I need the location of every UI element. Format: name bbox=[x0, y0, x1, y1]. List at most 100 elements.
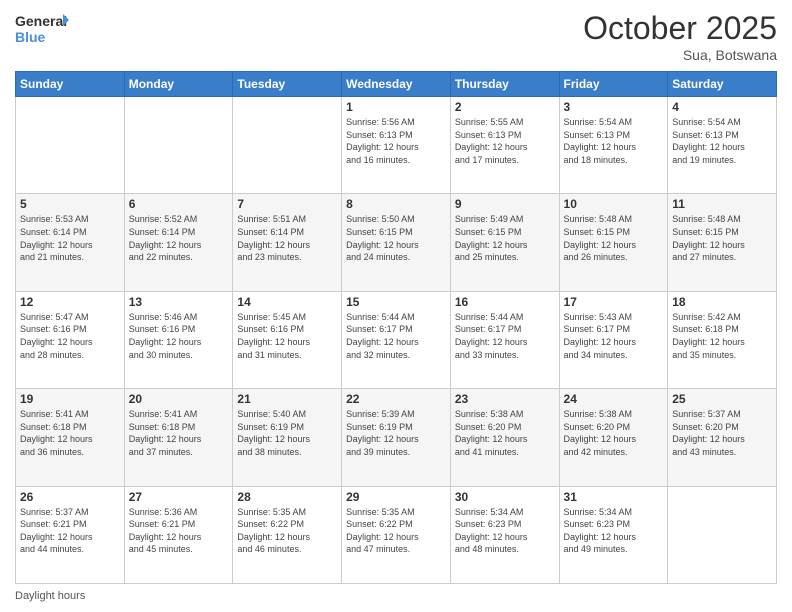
day-number: 29 bbox=[346, 490, 446, 504]
calendar-cell: 31 Sunrise: 5:34 AM Sunset: 6:23 PM Dayli… bbox=[559, 486, 668, 583]
day-info: Sunrise: 5:39 AM Sunset: 6:19 PM Dayligh… bbox=[346, 408, 446, 458]
calendar-cell: 12 Sunrise: 5:47 AM Sunset: 6:16 PM Dayli… bbox=[16, 291, 125, 388]
calendar-cell: 21 Sunrise: 5:40 AM Sunset: 6:19 PM Dayli… bbox=[233, 389, 342, 486]
col-sunday: Sunday bbox=[16, 72, 125, 97]
calendar-cell bbox=[668, 486, 777, 583]
day-number: 17 bbox=[564, 295, 664, 309]
col-wednesday: Wednesday bbox=[342, 72, 451, 97]
svg-text:Blue: Blue bbox=[15, 29, 46, 45]
day-info: Sunrise: 5:40 AM Sunset: 6:19 PM Dayligh… bbox=[237, 408, 337, 458]
day-number: 27 bbox=[129, 490, 229, 504]
calendar-cell: 15 Sunrise: 5:44 AM Sunset: 6:17 PM Dayli… bbox=[342, 291, 451, 388]
calendar-cell: 4 Sunrise: 5:54 AM Sunset: 6:13 PM Daylig… bbox=[668, 97, 777, 194]
day-info: Sunrise: 5:50 AM Sunset: 6:15 PM Dayligh… bbox=[346, 213, 446, 263]
day-info: Sunrise: 5:43 AM Sunset: 6:17 PM Dayligh… bbox=[564, 311, 664, 361]
day-info: Sunrise: 5:44 AM Sunset: 6:17 PM Dayligh… bbox=[346, 311, 446, 361]
day-number: 21 bbox=[237, 392, 337, 406]
calendar-cell: 28 Sunrise: 5:35 AM Sunset: 6:22 PM Dayli… bbox=[233, 486, 342, 583]
calendar-cell bbox=[16, 97, 125, 194]
calendar-cell: 20 Sunrise: 5:41 AM Sunset: 6:18 PM Dayli… bbox=[124, 389, 233, 486]
day-number: 20 bbox=[129, 392, 229, 406]
day-info: Sunrise: 5:51 AM Sunset: 6:14 PM Dayligh… bbox=[237, 213, 337, 263]
calendar-cell: 9Sunrise: 5:49 AM Sunset: 6:15 PM Daylig… bbox=[450, 194, 559, 291]
day-number: 18 bbox=[672, 295, 772, 309]
logo-svg: General Blue bbox=[15, 10, 70, 50]
day-info: Sunrise: 5:55 AM Sunset: 6:13 PM Dayligh… bbox=[455, 116, 555, 166]
calendar: Sunday Monday Tuesday Wednesday Thursday… bbox=[15, 71, 777, 584]
header-row: Sunday Monday Tuesday Wednesday Thursday… bbox=[16, 72, 777, 97]
day-number: 14 bbox=[237, 295, 337, 309]
month-title: October 2025 bbox=[583, 10, 777, 47]
calendar-cell: 25 Sunrise: 5:37 AM Sunset: 6:20 PM Dayli… bbox=[668, 389, 777, 486]
calendar-cell: 22Sunrise: 5:39 AM Sunset: 6:19 PM Dayli… bbox=[342, 389, 451, 486]
day-number: 31 bbox=[564, 490, 664, 504]
calendar-cell: 24 Sunrise: 5:38 AM Sunset: 6:20 PM Dayli… bbox=[559, 389, 668, 486]
day-info: Sunrise: 5:35 AM Sunset: 6:22 PM Dayligh… bbox=[237, 506, 337, 556]
day-number: 12 bbox=[20, 295, 120, 309]
day-info: Sunrise: 5:37 AM Sunset: 6:20 PM Dayligh… bbox=[672, 408, 772, 458]
day-number: 5 bbox=[20, 197, 120, 211]
calendar-week-3: 12 Sunrise: 5:47 AM Sunset: 6:16 PM Dayli… bbox=[16, 291, 777, 388]
day-info: Sunrise: 5:41 AM Sunset: 6:18 PM Dayligh… bbox=[129, 408, 229, 458]
day-info: Sunrise: 5:34 AM Sunset: 6:23 PM Dayligh… bbox=[564, 506, 664, 556]
calendar-cell: 7 Sunrise: 5:51 AM Sunset: 6:14 PM Daylig… bbox=[233, 194, 342, 291]
calendar-week-2: 5 Sunrise: 5:53 AM Sunset: 6:14 PM Daylig… bbox=[16, 194, 777, 291]
calendar-cell: 11 Sunrise: 5:48 AM Sunset: 6:15 PM Dayli… bbox=[668, 194, 777, 291]
day-number: 3 bbox=[564, 100, 664, 114]
day-number: 13 bbox=[129, 295, 229, 309]
day-info: Sunrise: 5:46 AM Sunset: 6:16 PM Dayligh… bbox=[129, 311, 229, 361]
calendar-cell: 13 Sunrise: 5:46 AM Sunset: 6:16 PM Dayli… bbox=[124, 291, 233, 388]
daylight-hours-label: Daylight hours bbox=[15, 590, 85, 602]
day-info: Sunrise: 5:52 AM Sunset: 6:14 PM Dayligh… bbox=[129, 213, 229, 263]
day-info: Sunrise: 5:42 AM Sunset: 6:18 PM Dayligh… bbox=[672, 311, 772, 361]
calendar-cell: 6 Sunrise: 5:52 AM Sunset: 6:14 PM Daylig… bbox=[124, 194, 233, 291]
calendar-week-4: 19Sunrise: 5:41 AM Sunset: 6:18 PM Dayli… bbox=[16, 389, 777, 486]
day-number: 7 bbox=[237, 197, 337, 211]
day-number: 1 bbox=[346, 100, 446, 114]
day-info: Sunrise: 5:54 AM Sunset: 6:13 PM Dayligh… bbox=[672, 116, 772, 166]
day-info: Sunrise: 5:38 AM Sunset: 6:20 PM Dayligh… bbox=[564, 408, 664, 458]
day-number: 25 bbox=[672, 392, 772, 406]
calendar-cell bbox=[233, 97, 342, 194]
day-info: Sunrise: 5:56 AM Sunset: 6:13 PM Dayligh… bbox=[346, 116, 446, 166]
col-friday: Friday bbox=[559, 72, 668, 97]
calendar-cell: 23Sunrise: 5:38 AM Sunset: 6:20 PM Dayli… bbox=[450, 389, 559, 486]
calendar-cell: 19Sunrise: 5:41 AM Sunset: 6:18 PM Dayli… bbox=[16, 389, 125, 486]
location: Sua, Botswana bbox=[583, 47, 777, 63]
day-number: 10 bbox=[564, 197, 664, 211]
day-info: Sunrise: 5:48 AM Sunset: 6:15 PM Dayligh… bbox=[672, 213, 772, 263]
day-info: Sunrise: 5:48 AM Sunset: 6:15 PM Dayligh… bbox=[564, 213, 664, 263]
calendar-cell: 29 Sunrise: 5:35 AM Sunset: 6:22 PM Dayli… bbox=[342, 486, 451, 583]
day-number: 6 bbox=[129, 197, 229, 211]
day-info: Sunrise: 5:41 AM Sunset: 6:18 PM Dayligh… bbox=[20, 408, 120, 458]
day-info: Sunrise: 5:47 AM Sunset: 6:16 PM Dayligh… bbox=[20, 311, 120, 361]
day-number: 28 bbox=[237, 490, 337, 504]
day-number: 4 bbox=[672, 100, 772, 114]
calendar-cell: 1 Sunrise: 5:56 AM Sunset: 6:13 PM Daylig… bbox=[342, 97, 451, 194]
day-info: Sunrise: 5:49 AM Sunset: 6:15 PM Dayligh… bbox=[455, 213, 555, 263]
header: General Blue October 2025 Sua, Botswana bbox=[15, 10, 777, 63]
day-info: Sunrise: 5:35 AM Sunset: 6:22 PM Dayligh… bbox=[346, 506, 446, 556]
day-info: Sunrise: 5:38 AM Sunset: 6:20 PM Dayligh… bbox=[455, 408, 555, 458]
calendar-cell: 16Sunrise: 5:44 AM Sunset: 6:17 PM Dayli… bbox=[450, 291, 559, 388]
day-number: 15 bbox=[346, 295, 446, 309]
calendar-cell: 14Sunrise: 5:45 AM Sunset: 6:16 PM Dayli… bbox=[233, 291, 342, 388]
day-info: Sunrise: 5:53 AM Sunset: 6:14 PM Dayligh… bbox=[20, 213, 120, 263]
day-number: 30 bbox=[455, 490, 555, 504]
day-number: 11 bbox=[672, 197, 772, 211]
calendar-week-1: 1 Sunrise: 5:56 AM Sunset: 6:13 PM Daylig… bbox=[16, 97, 777, 194]
col-monday: Monday bbox=[124, 72, 233, 97]
svg-text:General: General bbox=[15, 13, 67, 29]
calendar-cell: 10 Sunrise: 5:48 AM Sunset: 6:15 PM Dayli… bbox=[559, 194, 668, 291]
calendar-cell: 30Sunrise: 5:34 AM Sunset: 6:23 PM Dayli… bbox=[450, 486, 559, 583]
day-number: 24 bbox=[564, 392, 664, 406]
day-info: Sunrise: 5:54 AM Sunset: 6:13 PM Dayligh… bbox=[564, 116, 664, 166]
day-info: Sunrise: 5:37 AM Sunset: 6:21 PM Dayligh… bbox=[20, 506, 120, 556]
calendar-cell bbox=[124, 97, 233, 194]
calendar-cell: 26Sunrise: 5:37 AM Sunset: 6:21 PM Dayli… bbox=[16, 486, 125, 583]
footer: Daylight hours bbox=[15, 590, 777, 602]
day-number: 16 bbox=[455, 295, 555, 309]
col-thursday: Thursday bbox=[450, 72, 559, 97]
calendar-cell: 2Sunrise: 5:55 AM Sunset: 6:13 PM Daylig… bbox=[450, 97, 559, 194]
col-tuesday: Tuesday bbox=[233, 72, 342, 97]
